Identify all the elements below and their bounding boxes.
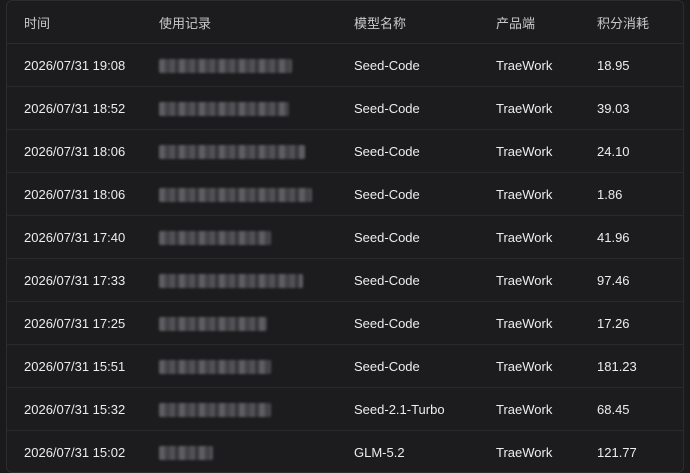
row-points: 41.96 [597, 229, 630, 245]
row-model: Seed-Code [354, 229, 420, 245]
row-model: Seed-Code [354, 186, 420, 202]
row-record [143, 186, 339, 202]
row-record [143, 100, 339, 116]
redacted-record-text [159, 359, 271, 374]
row-model: Seed-Code [354, 315, 420, 331]
row-time: 2026/07/31 17:25 [24, 315, 126, 331]
row-model: Seed-Code [354, 272, 420, 288]
row-time: 2026/07/31 17:33 [24, 272, 126, 288]
row-record [143, 57, 339, 73]
header-time: 时间 [24, 15, 51, 31]
row-model: Seed-Code [354, 358, 420, 374]
table-row: 2026/07/31 18:52 Seed-Code TraeWork 39.03 [7, 87, 683, 130]
row-record [143, 315, 339, 331]
row-product: TraeWork [496, 143, 553, 159]
table-row: 2026/07/31 15:51 Seed-Code TraeWork 181.23 [7, 345, 683, 388]
redacted-record-text [159, 58, 292, 73]
row-points: 181.23 [597, 358, 637, 374]
row-time: 2026/07/31 19:08 [24, 57, 126, 73]
header-product: 产品端 [496, 15, 536, 31]
redacted-record-text [159, 273, 303, 288]
redacted-record-text [159, 316, 267, 331]
row-time: 2026/07/31 17:40 [24, 229, 126, 245]
row-product: TraeWork [496, 272, 553, 288]
row-time: 2026/07/31 15:51 [24, 358, 126, 374]
table-header: 时间 使用记录 模型名称 产品端 积分消耗 [7, 1, 683, 44]
row-points: 18.95 [597, 57, 630, 73]
row-points: 68.45 [597, 401, 630, 417]
row-product: TraeWork [496, 401, 553, 417]
row-time: 2026/07/31 15:32 [24, 401, 126, 417]
row-points: 39.03 [597, 100, 630, 116]
row-record [143, 401, 339, 417]
row-model: Seed-2.1-Turbo [354, 401, 445, 417]
table-row: 2026/07/31 17:25 Seed-Code TraeWork 17.26 [7, 302, 683, 345]
row-model: GLM-5.2 [354, 444, 405, 460]
row-record [143, 272, 339, 288]
row-points: 17.26 [597, 315, 630, 331]
row-model: Seed-Code [354, 100, 420, 116]
header-model: 模型名称 [354, 15, 407, 31]
redacted-record-text [159, 402, 271, 417]
table-row: 2026/07/31 15:32 Seed-2.1-Turbo TraeWork 68… [7, 388, 683, 431]
row-points: 121.77 [597, 444, 637, 460]
row-product: TraeWork [496, 444, 553, 460]
row-product: TraeWork [496, 315, 553, 331]
redacted-record-text [159, 187, 312, 202]
header-points: 积分消耗 [597, 15, 650, 31]
redacted-record-text [159, 101, 289, 116]
row-record [143, 143, 339, 159]
table-row: 2026/07/31 18:06 Seed-Code TraeWork 24.10 [7, 130, 683, 173]
row-points: 97.46 [597, 272, 630, 288]
row-record [143, 229, 339, 245]
row-product: TraeWork [496, 229, 553, 245]
table-row: 2026/07/31 17:40 Seed-Code TraeWork 41.96 [7, 216, 683, 259]
usage-history-table: 时间 使用记录 模型名称 产品端 积分消耗 2026/07/31 19:08 Se… [6, 0, 684, 473]
row-product: TraeWork [496, 100, 553, 116]
row-time: 2026/07/31 18:52 [24, 100, 126, 116]
row-product: TraeWork [496, 358, 553, 374]
header-record: 使用记录 [159, 15, 212, 31]
redacted-record-text [159, 445, 213, 460]
row-points: 24.10 [597, 143, 630, 159]
table-body: 2026/07/31 19:08 Seed-Code TraeWork 18.95 20… [7, 44, 683, 472]
table-row: 2026/07/31 19:08 Seed-Code TraeWork 18.95 [7, 44, 683, 87]
row-time: 2026/07/31 15:02 [24, 444, 126, 460]
row-record [143, 358, 339, 374]
table-row: 2026/07/31 17:33 Seed-Code TraeWork 97.46 [7, 259, 683, 302]
row-time: 2026/07/31 18:06 [24, 143, 126, 159]
table-row: 2026/07/31 15:02 GLM-5.2 TraeWork 121.77 [7, 431, 683, 472]
redacted-record-text [159, 144, 305, 159]
row-model: Seed-Code [354, 143, 420, 159]
row-product: TraeWork [496, 186, 553, 202]
row-points: 1.86 [597, 186, 623, 202]
row-record [143, 444, 339, 460]
table-row: 2026/07/31 18:06 Seed-Code TraeWork 1.86 [7, 173, 683, 216]
row-model: Seed-Code [354, 57, 420, 73]
row-product: TraeWork [496, 57, 553, 73]
redacted-record-text [159, 230, 271, 245]
row-time: 2026/07/31 18:06 [24, 186, 126, 202]
